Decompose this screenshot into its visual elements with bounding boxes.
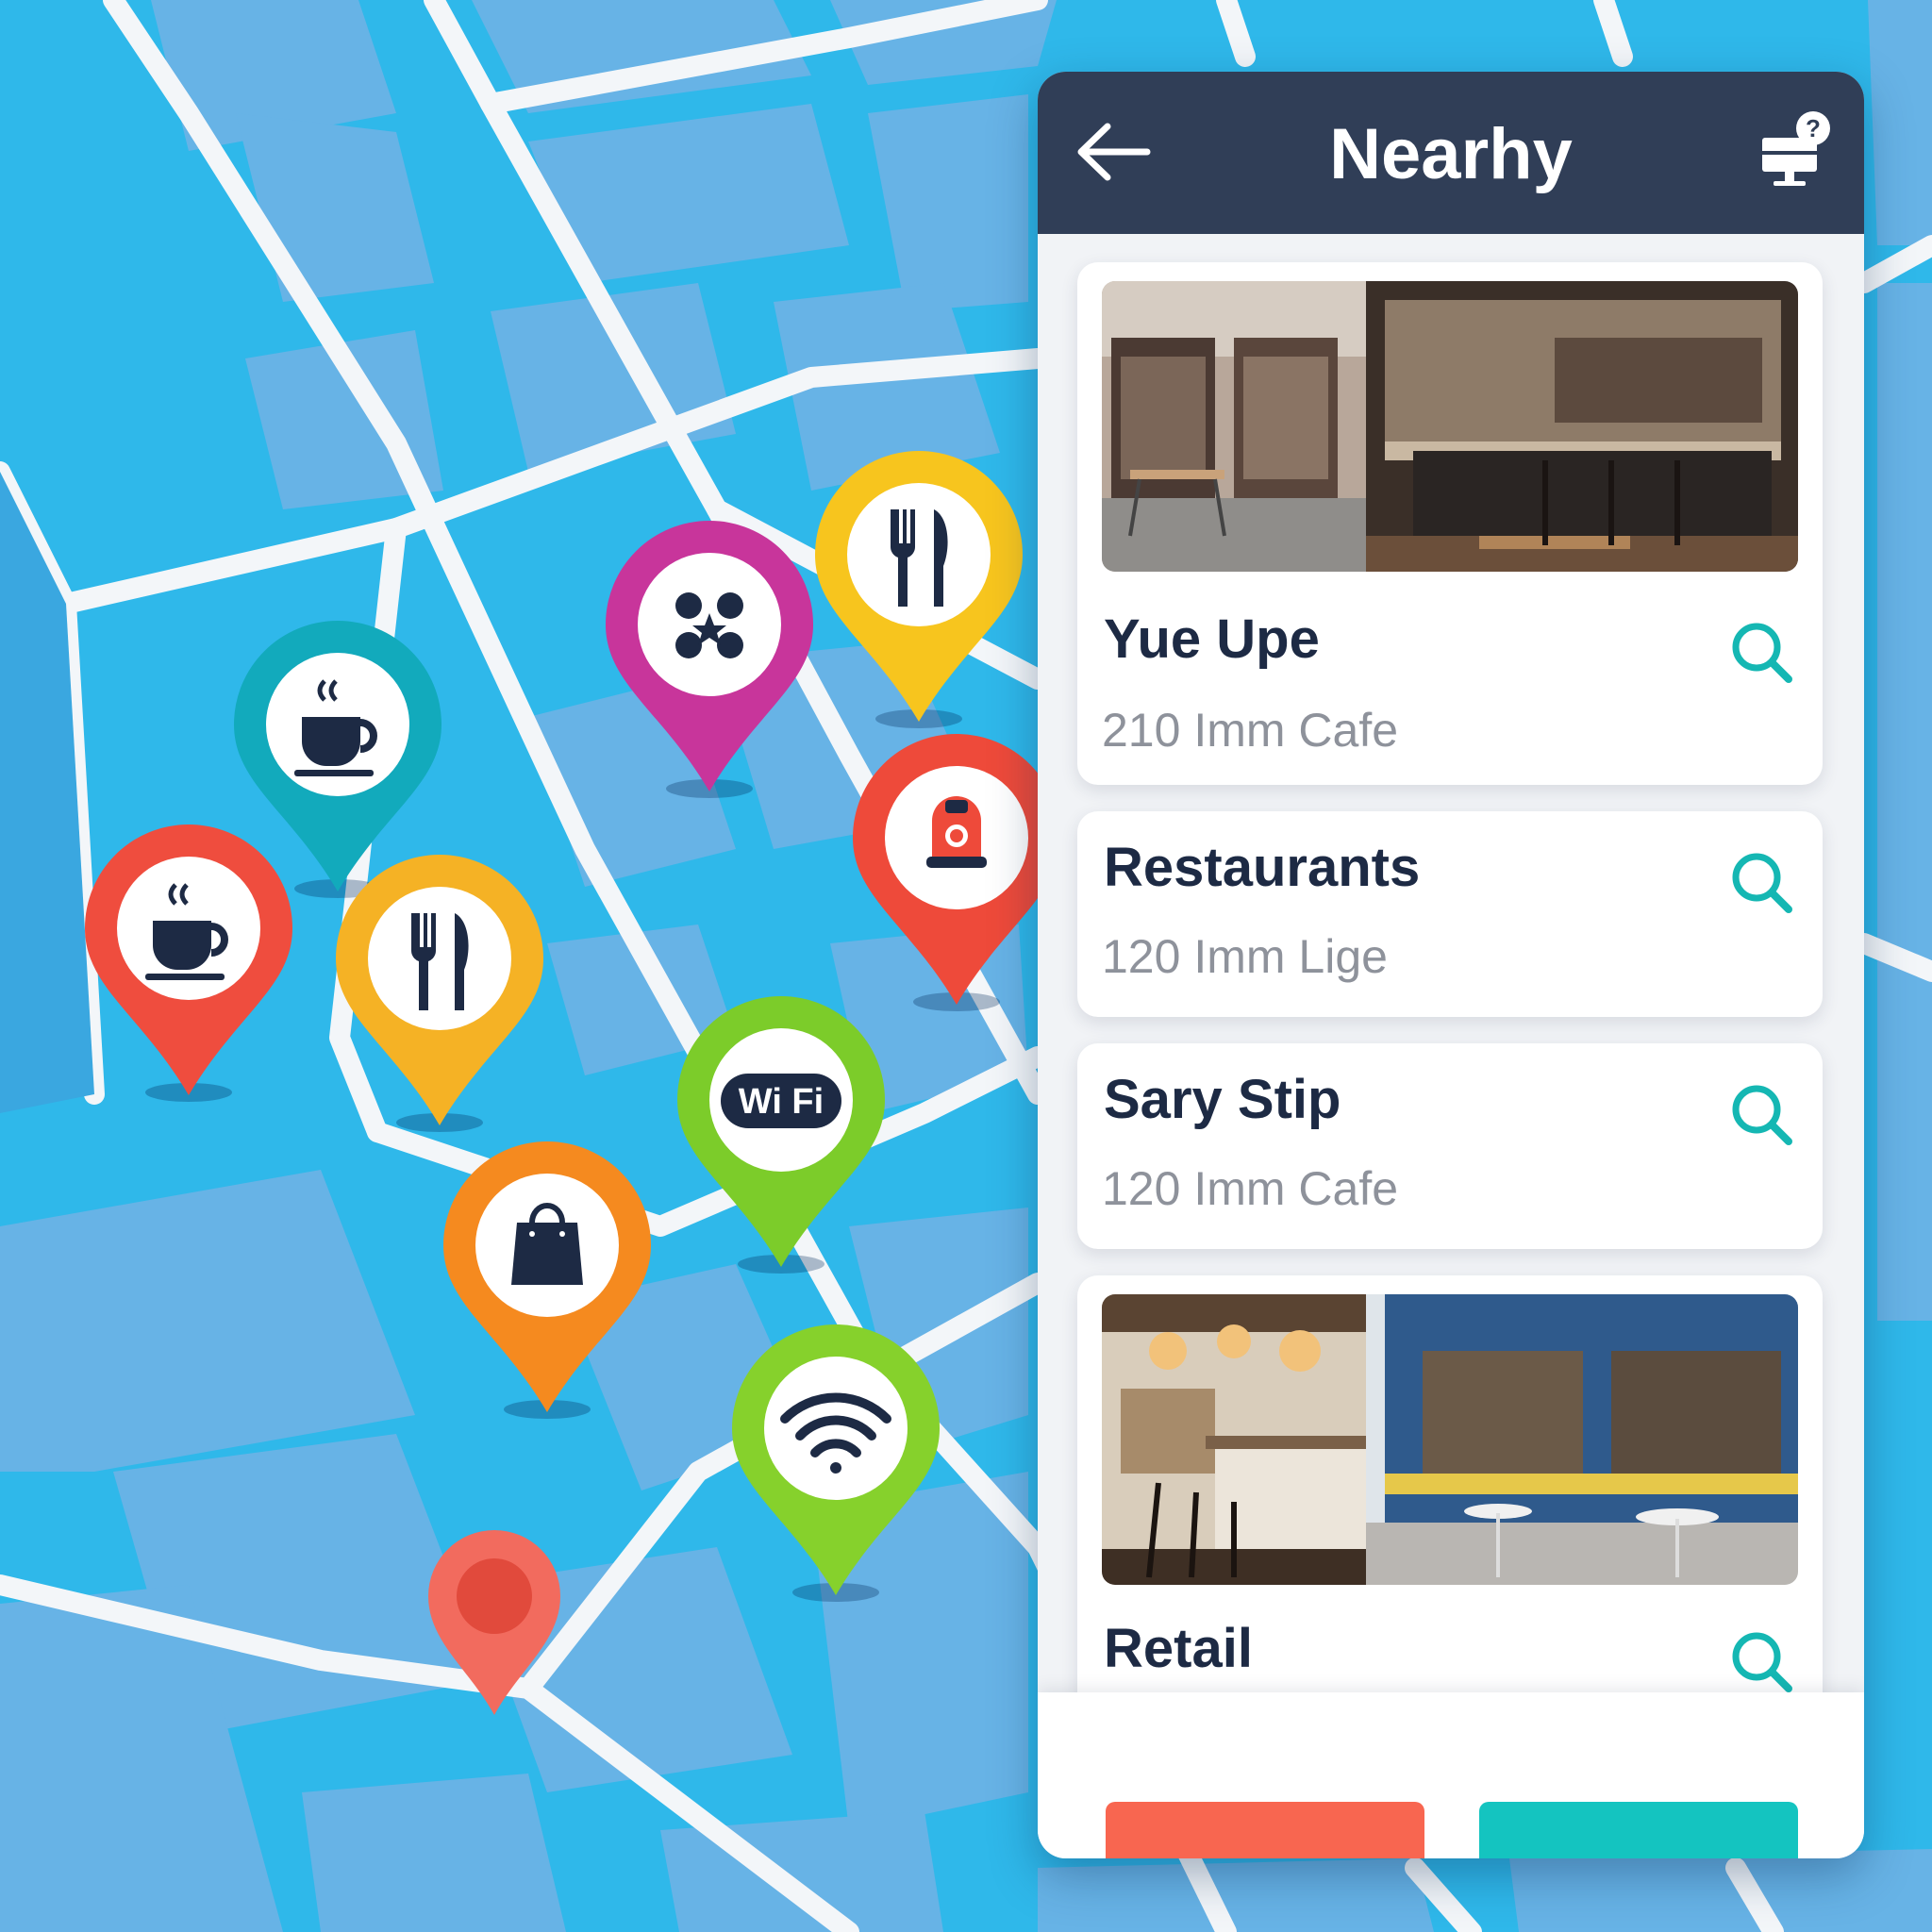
search-icon[interactable] <box>1728 1081 1796 1149</box>
svg-text:?: ? <box>1806 114 1821 142</box>
place-subtitle: 120 Imm Cafe <box>1102 1162 1399 1215</box>
page-title: Nearhy <box>1329 114 1573 194</box>
place-subtitle: 120 Imm Lige <box>1102 930 1388 983</box>
panel-footer <box>1038 1692 1864 1858</box>
map-pin-transit[interactable] <box>853 733 1060 1011</box>
map-pin-coffee-2[interactable] <box>84 824 292 1102</box>
map-pin-entertainment[interactable] <box>606 520 813 798</box>
place-title: Restaurants <box>1104 837 1421 898</box>
place-card[interactable]: Retail <box>1077 1275 1823 1747</box>
computer-help-icon[interactable]: ? <box>1758 109 1832 189</box>
place-photo <box>1102 1294 1798 1585</box>
current-location-pin[interactable] <box>426 1528 562 1717</box>
nearby-panel: Nearhy ? Yue Upe 210 Imm Cafe Restaurant… <box>1038 72 1864 1858</box>
search-icon[interactable] <box>1728 1628 1796 1696</box>
place-title: Yue Upe <box>1104 608 1320 670</box>
map-pin-shopping[interactable] <box>443 1141 651 1419</box>
map-pin-restaurant[interactable] <box>336 854 543 1132</box>
wifi-text-icon: Wi Fi <box>721 1074 841 1128</box>
panel-header: Nearhy ? <box>1038 72 1864 234</box>
place-card[interactable]: Restaurants 120 Imm Lige <box>1077 811 1823 1017</box>
svg-text:Wi Fi: Wi Fi <box>739 1082 824 1122</box>
search-icon[interactable] <box>1728 849 1796 917</box>
primary-action-button[interactable] <box>1106 1802 1424 1858</box>
place-card[interactable]: Sary Stip 120 Imm Cafe <box>1077 1043 1823 1249</box>
place-title: Retail <box>1104 1618 1253 1679</box>
place-photo <box>1102 281 1798 572</box>
map-pin-restaurant-2[interactable] <box>815 450 1023 728</box>
place-subtitle: 210 Imm Cafe <box>1102 704 1399 757</box>
map-pin-wifi[interactable]: Wi Fi <box>677 995 885 1274</box>
place-card[interactable]: Yue Upe 210 Imm Cafe <box>1077 262 1823 785</box>
place-title: Sary Stip <box>1104 1069 1341 1130</box>
location-dot-icon <box>457 1558 532 1634</box>
secondary-action-button[interactable] <box>1479 1802 1798 1858</box>
search-icon[interactable] <box>1728 619 1796 687</box>
map-pin-wifi-2[interactable] <box>732 1324 940 1602</box>
